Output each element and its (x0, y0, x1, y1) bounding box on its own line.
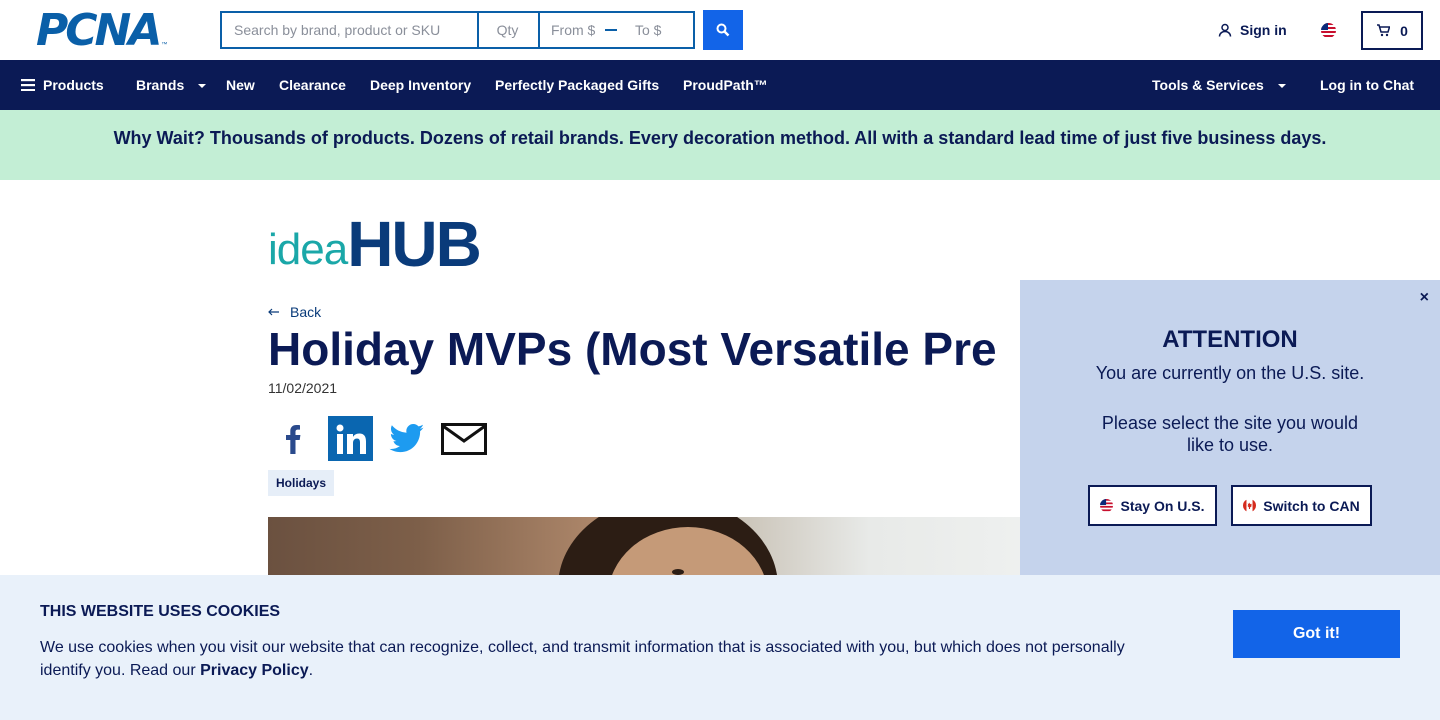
nav-brands[interactable]: Brands (136, 60, 207, 110)
nav-gifts[interactable]: Perfectly Packaged Gifts (495, 60, 659, 110)
tag-holidays[interactable]: Holidays (268, 470, 335, 496)
nav-deep-inventory[interactable]: Deep Inventory (370, 60, 471, 110)
chevron-down-icon (198, 84, 207, 88)
cookie-title: THIS WEBSITE USES COOKIES (40, 603, 281, 620)
nav-tools-label: Tools & Services (1152, 77, 1264, 93)
nav-clearance-label: Clearance (279, 77, 346, 93)
stay-us-label: Stay On U.S. (1120, 497, 1205, 514)
cart-button[interactable]: 0 (1361, 11, 1423, 50)
attention-title: ATTENTION (1162, 326, 1298, 353)
price-to-input[interactable] (623, 22, 683, 38)
range-dash (605, 29, 617, 31)
cookie-text: We use cookies when you visit our websit… (40, 636, 1160, 682)
attention-current-site: You are currently on the U.S. site. (1095, 363, 1365, 383)
hero-image (268, 517, 1020, 577)
nav-proudpath[interactable]: ProudPath™ (683, 60, 768, 110)
menu-icon (21, 79, 35, 91)
switch-can-label: Switch to CAN (1263, 497, 1360, 514)
share-linkedin[interactable] (328, 416, 373, 461)
sign-in-label: Sign in (1240, 22, 1287, 38)
us-flag-icon[interactable] (1321, 23, 1336, 38)
qty-input[interactable] (477, 13, 538, 47)
nav-chat-label: Log in to Chat (1320, 77, 1415, 93)
sign-in-link[interactable]: Sign in (1218, 22, 1287, 38)
facebook-icon (286, 424, 301, 454)
price-from-input[interactable] (539, 22, 599, 38)
cart-icon (1377, 24, 1391, 37)
promo-text: Why Wait? Thousands of products. Dozens … (113, 128, 1327, 148)
pcna-logo[interactable]: PCNA ™ (36, 5, 168, 56)
top-bar: PCNA ™ Sign in 0 (0, 0, 1440, 60)
ideahub-hub: HUB (347, 208, 482, 280)
price-range-field (539, 11, 695, 49)
close-icon[interactable]: × (1420, 289, 1429, 307)
cookie-end: . (308, 662, 314, 679)
attention-select-site: Please select the site you would like to… (1101, 413, 1359, 455)
nav-tools-services[interactable]: Tools & Services (1152, 60, 1286, 110)
chevron-down-icon (1277, 84, 1286, 88)
switch-can-button[interactable]: Switch to CAN (1231, 485, 1372, 526)
privacy-policy-link[interactable]: Privacy Policy (200, 662, 309, 679)
nav-chat[interactable]: Log in to Chat (1320, 60, 1414, 110)
us-flag-icon (1100, 499, 1114, 512)
twitter-icon (389, 423, 424, 452)
article-date: 11/02/2021 (268, 380, 338, 396)
article-title: Holiday MVPs (Most Versatile Pre (268, 323, 997, 375)
share-twitter[interactable] (388, 416, 426, 461)
user-icon (1218, 23, 1232, 37)
promo-banner: Why Wait? Thousands of products. Dozens … (0, 110, 1440, 180)
ideahub-logo[interactable]: idea HUB (268, 208, 482, 280)
cart-count: 0 (1400, 22, 1408, 39)
ideahub-idea: idea (268, 225, 348, 274)
nav-gifts-label: Perfectly Packaged Gifts (495, 77, 660, 93)
cookie-accept-button[interactable]: Got it! (1233, 610, 1400, 658)
share-facebook[interactable] (278, 416, 308, 461)
logo-text: PCNA (36, 5, 162, 56)
back-link[interactable]: Back (268, 304, 321, 320)
share-email[interactable] (441, 416, 487, 461)
arrow-left-icon (268, 308, 279, 316)
search-input[interactable] (222, 13, 477, 47)
main-nav: Products Brands New Clearance Deep Inven… (0, 60, 1440, 110)
nav-deep-inventory-label: Deep Inventory (370, 77, 472, 93)
email-icon (441, 422, 487, 455)
nav-brands-label: Brands (136, 77, 185, 93)
search-button[interactable] (703, 10, 743, 50)
nav-new-label: New (226, 77, 255, 93)
stay-us-button[interactable]: Stay On U.S. (1088, 485, 1217, 526)
qty-field (477, 11, 540, 49)
nav-products-label: Products (43, 77, 104, 93)
nav-clearance[interactable]: Clearance (279, 60, 346, 110)
region-attention-panel: × ATTENTION You are currently on the U.S… (1020, 280, 1440, 576)
back-label: Back (290, 304, 322, 320)
nav-products[interactable]: Products (21, 60, 104, 110)
linkedin-icon (336, 424, 366, 454)
nav-proudpath-label: ProudPath™ (683, 77, 768, 93)
search-icon (716, 23, 730, 37)
canada-flag-icon (1243, 499, 1257, 512)
nav-new[interactable]: New (226, 60, 255, 110)
cookie-banner: THIS WEBSITE USES COOKIES We use cookies… (0, 575, 1440, 720)
logo-tm: ™ (161, 42, 168, 48)
search-field (220, 11, 479, 49)
